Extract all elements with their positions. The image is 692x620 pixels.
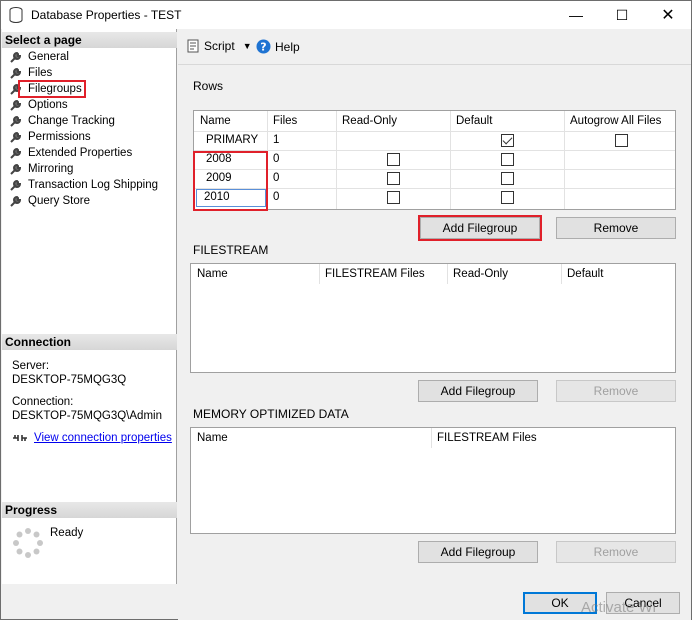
memory-header-name: Name (197, 432, 228, 444)
wrench-icon (10, 147, 22, 159)
page-permissions[interactable]: Permissions (10, 129, 91, 145)
title-bar: Database Properties - TEST — ☐ ✕ (1, 1, 691, 29)
view-connection-link[interactable]: View connection properties (34, 432, 172, 444)
page-change-tracking[interactable]: Change Tracking (10, 113, 115, 129)
rows-header-files: Files (273, 115, 298, 127)
page-transaction-log-shipping[interactable]: Transaction Log Shipping (10, 177, 158, 193)
progress-spinner-icon (13, 528, 43, 558)
close-button[interactable]: ✕ (645, 1, 691, 29)
wrench-icon (10, 51, 22, 63)
row-2010-default-checkbox[interactable] (501, 191, 514, 204)
filegroups-highlight-box (18, 80, 86, 98)
minimize-icon: — (569, 7, 583, 23)
filestream-remove-button: Remove (556, 380, 676, 402)
new-filegroups-highlight-box (193, 151, 268, 211)
filegroups-content: Rows Name Files Read-Only Default Autogr… (178, 65, 691, 584)
help-icon: ? (256, 39, 271, 54)
wrench-icon (10, 195, 22, 207)
progress-status: Ready (50, 527, 84, 539)
page-extended-properties[interactable]: Extended Properties (10, 145, 132, 161)
page-options-label: Options (28, 99, 68, 111)
maximize-icon: ☐ (615, 6, 629, 23)
filestream-section-title: FILESTREAM (193, 243, 269, 257)
activate-windows-watermark: Activate Wi (581, 599, 657, 616)
page-transaction-log-shipping-label: Transaction Log Shipping (28, 179, 158, 191)
row-2009-files: 0 (273, 172, 280, 184)
page-extended-properties-label: Extended Properties (28, 147, 133, 159)
script-label: Script (204, 39, 235, 53)
minimize-button[interactable]: — (553, 1, 599, 29)
toolbar: Script ▼ ? Help (178, 29, 691, 65)
rows-header-default: Default (456, 115, 493, 127)
script-button[interactable]: Script ▼ (186, 39, 252, 53)
memory-remove-button: Remove (556, 541, 676, 563)
connection-label: Connection: (12, 396, 74, 408)
page-mirroring[interactable]: Mirroring (10, 161, 73, 177)
page-files-label: Files (28, 67, 53, 79)
rows-header-autogrow: Autogrow All Files (570, 115, 662, 127)
page-change-tracking-label: Change Tracking (28, 115, 115, 127)
connection-plug-icon (13, 435, 27, 441)
add-filegroup-highlight-box (418, 215, 542, 241)
row-2008-files: 0 (273, 153, 280, 165)
memory-section-title: MEMORY OPTIMIZED DATA (193, 407, 349, 421)
wrench-icon (10, 163, 22, 175)
page-query-store-label: Query Store (28, 195, 90, 207)
svg-text:?: ? (260, 41, 266, 54)
database-properties-window: Database Properties - TEST — ☐ ✕ Select … (0, 0, 692, 620)
row-primary-name[interactable]: PRIMARY (200, 131, 258, 149)
page-query-store[interactable]: Query Store (10, 193, 90, 209)
row-2008-default-checkbox[interactable] (501, 153, 514, 166)
page-mirroring-label: Mirroring (28, 163, 74, 175)
page-general[interactable]: General (10, 49, 69, 65)
rows-section-title: Rows (193, 79, 224, 93)
page-general-label: General (28, 51, 69, 63)
row-2009-read-only-checkbox[interactable] (387, 172, 400, 185)
row-primary-autogrow-checkbox[interactable] (615, 134, 628, 147)
rows-header-read-only: Read-Only (342, 115, 397, 127)
filestream-header-read-only: Read-Only (453, 268, 508, 280)
row-primary-default-checkbox[interactable] (501, 134, 514, 147)
filestream-header-name: Name (197, 268, 228, 280)
connection-header: Connection (2, 334, 177, 350)
page-permissions-label: Permissions (28, 131, 91, 143)
filestream-add-filegroup-button[interactable]: Add Filegroup (418, 380, 538, 402)
wrench-icon (10, 115, 22, 127)
memory-grid[interactable]: Name FILESTREAM Files (190, 427, 676, 534)
row-2010-read-only-checkbox[interactable] (387, 191, 400, 204)
filestream-header-default: Default (567, 268, 604, 280)
progress-header: Progress (2, 502, 177, 518)
row-primary-files: 1 (273, 134, 280, 146)
server-value: DESKTOP-75MQG3Q (12, 374, 127, 386)
server-label: Server: (12, 360, 50, 372)
wrench-icon (10, 179, 22, 191)
help-button[interactable]: ? Help (256, 39, 300, 54)
window-title: Database Properties - TEST (31, 8, 182, 22)
rows-header-name: Name (200, 115, 231, 127)
filestream-grid[interactable]: Name FILESTREAM Files Read-Only Default (190, 263, 676, 373)
left-pane: Select a page General Files Filegroups O… (2, 29, 177, 584)
memory-add-filegroup-button[interactable]: Add Filegroup (418, 541, 538, 563)
wrench-icon (10, 131, 22, 143)
rows-remove-button[interactable]: Remove (556, 217, 676, 239)
database-icon (9, 7, 23, 23)
select-page-header: Select a page (2, 32, 177, 48)
row-2009-default-checkbox[interactable] (501, 172, 514, 185)
wrench-icon (10, 99, 22, 111)
memory-header-files: FILESTREAM Files (437, 432, 537, 444)
script-dropdown-icon[interactable]: ▼ (243, 41, 252, 51)
wrench-icon (10, 67, 22, 79)
close-icon: ✕ (661, 7, 675, 24)
script-icon (187, 39, 199, 53)
filestream-header-files: FILESTREAM Files (325, 268, 425, 280)
connection-value: DESKTOP-75MQG3Q\Admin (12, 410, 162, 422)
help-label: Help (275, 39, 300, 54)
maximize-button[interactable]: ☐ (599, 1, 645, 29)
row-2008-read-only-checkbox[interactable] (387, 153, 400, 166)
row-2010-files: 0 (273, 191, 280, 203)
view-connection-properties[interactable]: View connection properties (12, 432, 172, 444)
page-files[interactable]: Files (10, 65, 52, 81)
page-options[interactable]: Options (10, 97, 68, 113)
